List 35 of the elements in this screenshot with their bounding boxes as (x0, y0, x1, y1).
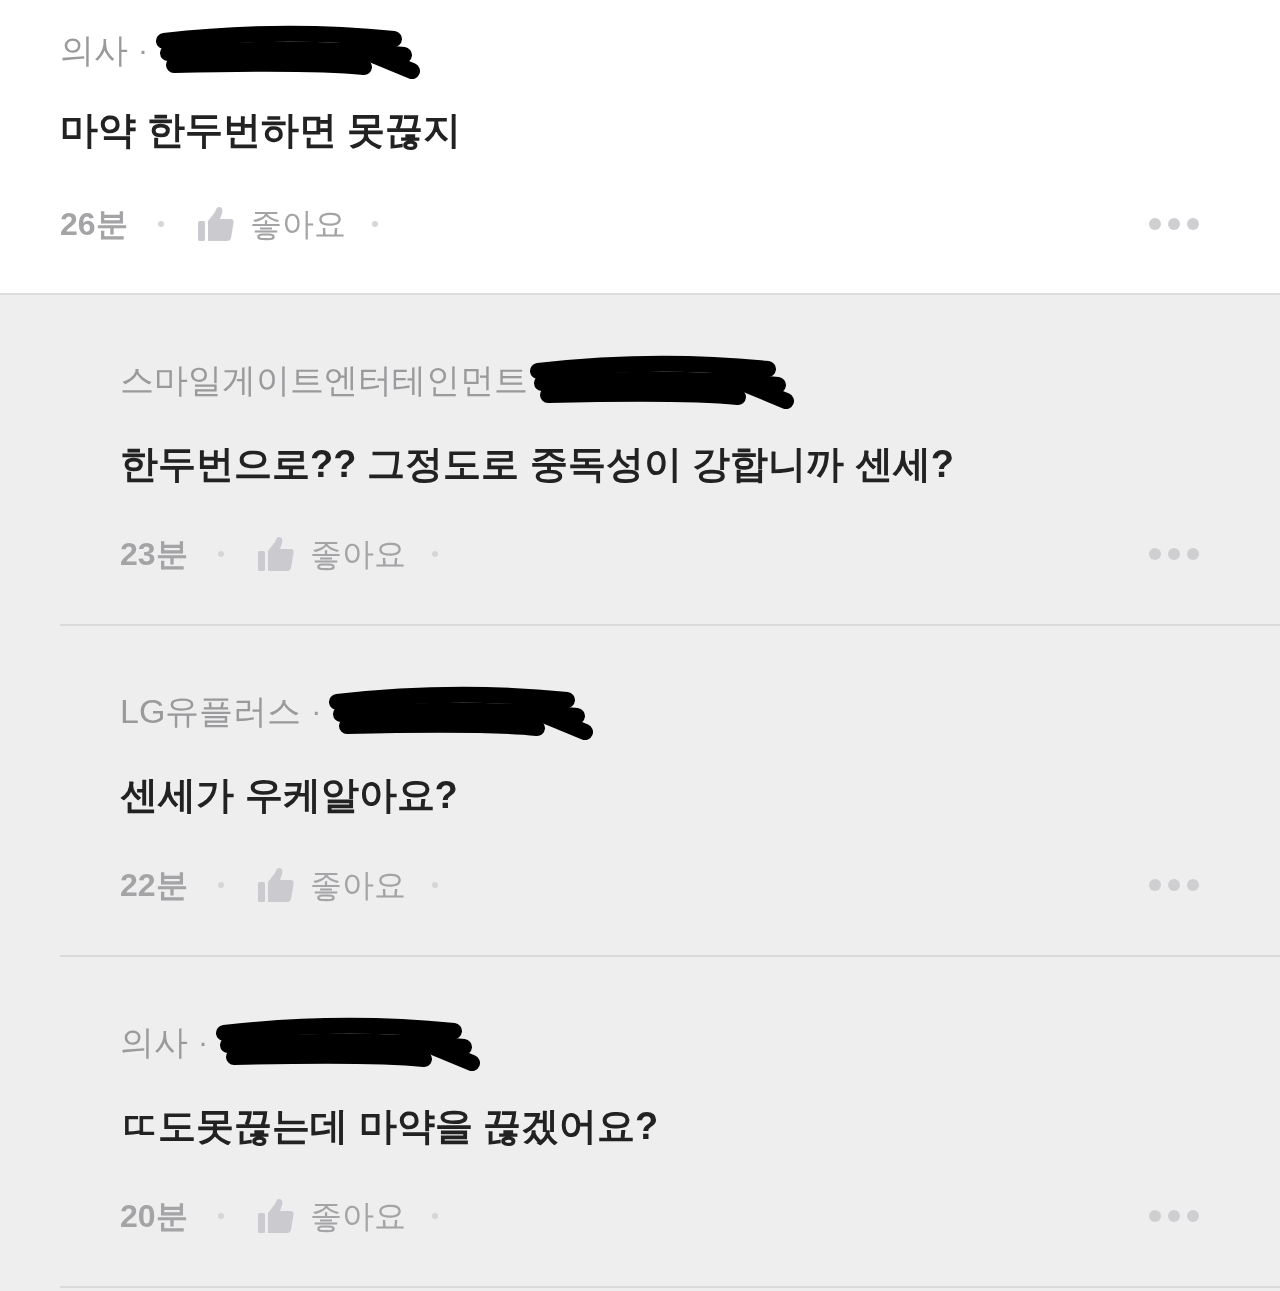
separator-dot-icon (431, 551, 438, 557)
like-button[interactable]: 좋아요 (197, 204, 346, 244)
thumbs-up-icon (197, 207, 234, 241)
separator-dot-icon (371, 221, 378, 227)
comment-text: 한두번으로?? 그정도로 중독성이 강합니까 센세? (120, 442, 954, 487)
thumbs-up-icon (257, 537, 294, 571)
author-separator: · (311, 693, 322, 729)
author-name[interactable]: 의사 (60, 30, 128, 70)
author-name[interactable]: 의사 (120, 1022, 188, 1062)
comment-time: 26분 (60, 205, 128, 244)
author-name[interactable]: LG유플러스 (120, 691, 302, 731)
more-options-icon[interactable] (1148, 217, 1200, 231)
more-options-icon[interactable] (1148, 547, 1200, 561)
separator-dot-icon (157, 221, 164, 227)
author-name[interactable]: 스마일게이트엔터테인먼트 (120, 360, 528, 400)
separator-dot-icon (431, 882, 438, 888)
separator-dot-icon (431, 1213, 438, 1219)
author-separator: · (198, 1024, 208, 1060)
separator-dot-icon (217, 882, 224, 888)
more-options-icon[interactable] (1148, 1209, 1200, 1223)
comment-time: 23분 (120, 535, 188, 574)
separator-dot-icon (217, 551, 224, 557)
thumbs-up-icon (257, 1199, 294, 1233)
author-separator: · (138, 32, 148, 68)
comment-time: 20분 (120, 1197, 188, 1236)
like-button[interactable]: 좋아요 (257, 534, 406, 574)
comment-text: 센세가 우케알아요? (120, 773, 458, 818)
thumbs-up-icon (257, 868, 294, 902)
separator-dot-icon (217, 1213, 224, 1219)
like-button[interactable]: 좋아요 (257, 1196, 406, 1236)
more-options-icon[interactable] (1148, 878, 1200, 892)
comment-text: 마약 한두번하면 못끊지 (60, 108, 462, 153)
like-button[interactable]: 좋아요 (257, 865, 406, 905)
comment-time: 22분 (120, 866, 188, 905)
comment-text: ㄸ도못끊는데 마약을 끊겠어요? (120, 1104, 659, 1149)
